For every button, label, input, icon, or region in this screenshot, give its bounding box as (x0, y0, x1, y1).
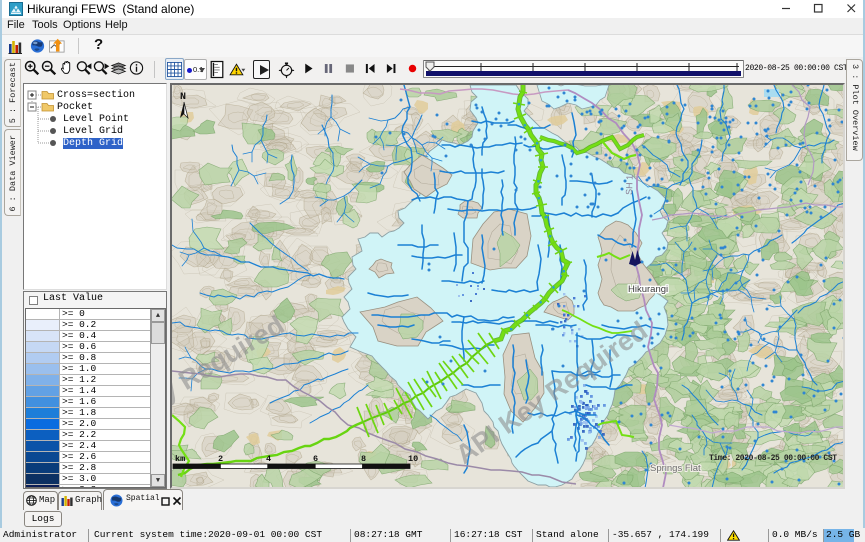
svg-text:8: 8 (361, 454, 366, 464)
svg-text:10: 10 (408, 454, 418, 464)
svg-text:N: N (180, 92, 186, 103)
svg-text:2: 2 (218, 454, 223, 464)
svg-text:Springs Flat: Springs Flat (650, 463, 701, 474)
svg-text:km: km (175, 454, 185, 464)
svg-text:Hikurangi: Hikurangi (628, 284, 668, 295)
svg-text:SH 1: SH 1 (624, 175, 635, 195)
svg-text:4: 4 (266, 454, 271, 464)
svg-text:6: 6 (313, 454, 318, 464)
svg-text:Time: 2020-08-25 00:00:00 CST: Time: 2020-08-25 00:00:00 CST (709, 454, 837, 463)
